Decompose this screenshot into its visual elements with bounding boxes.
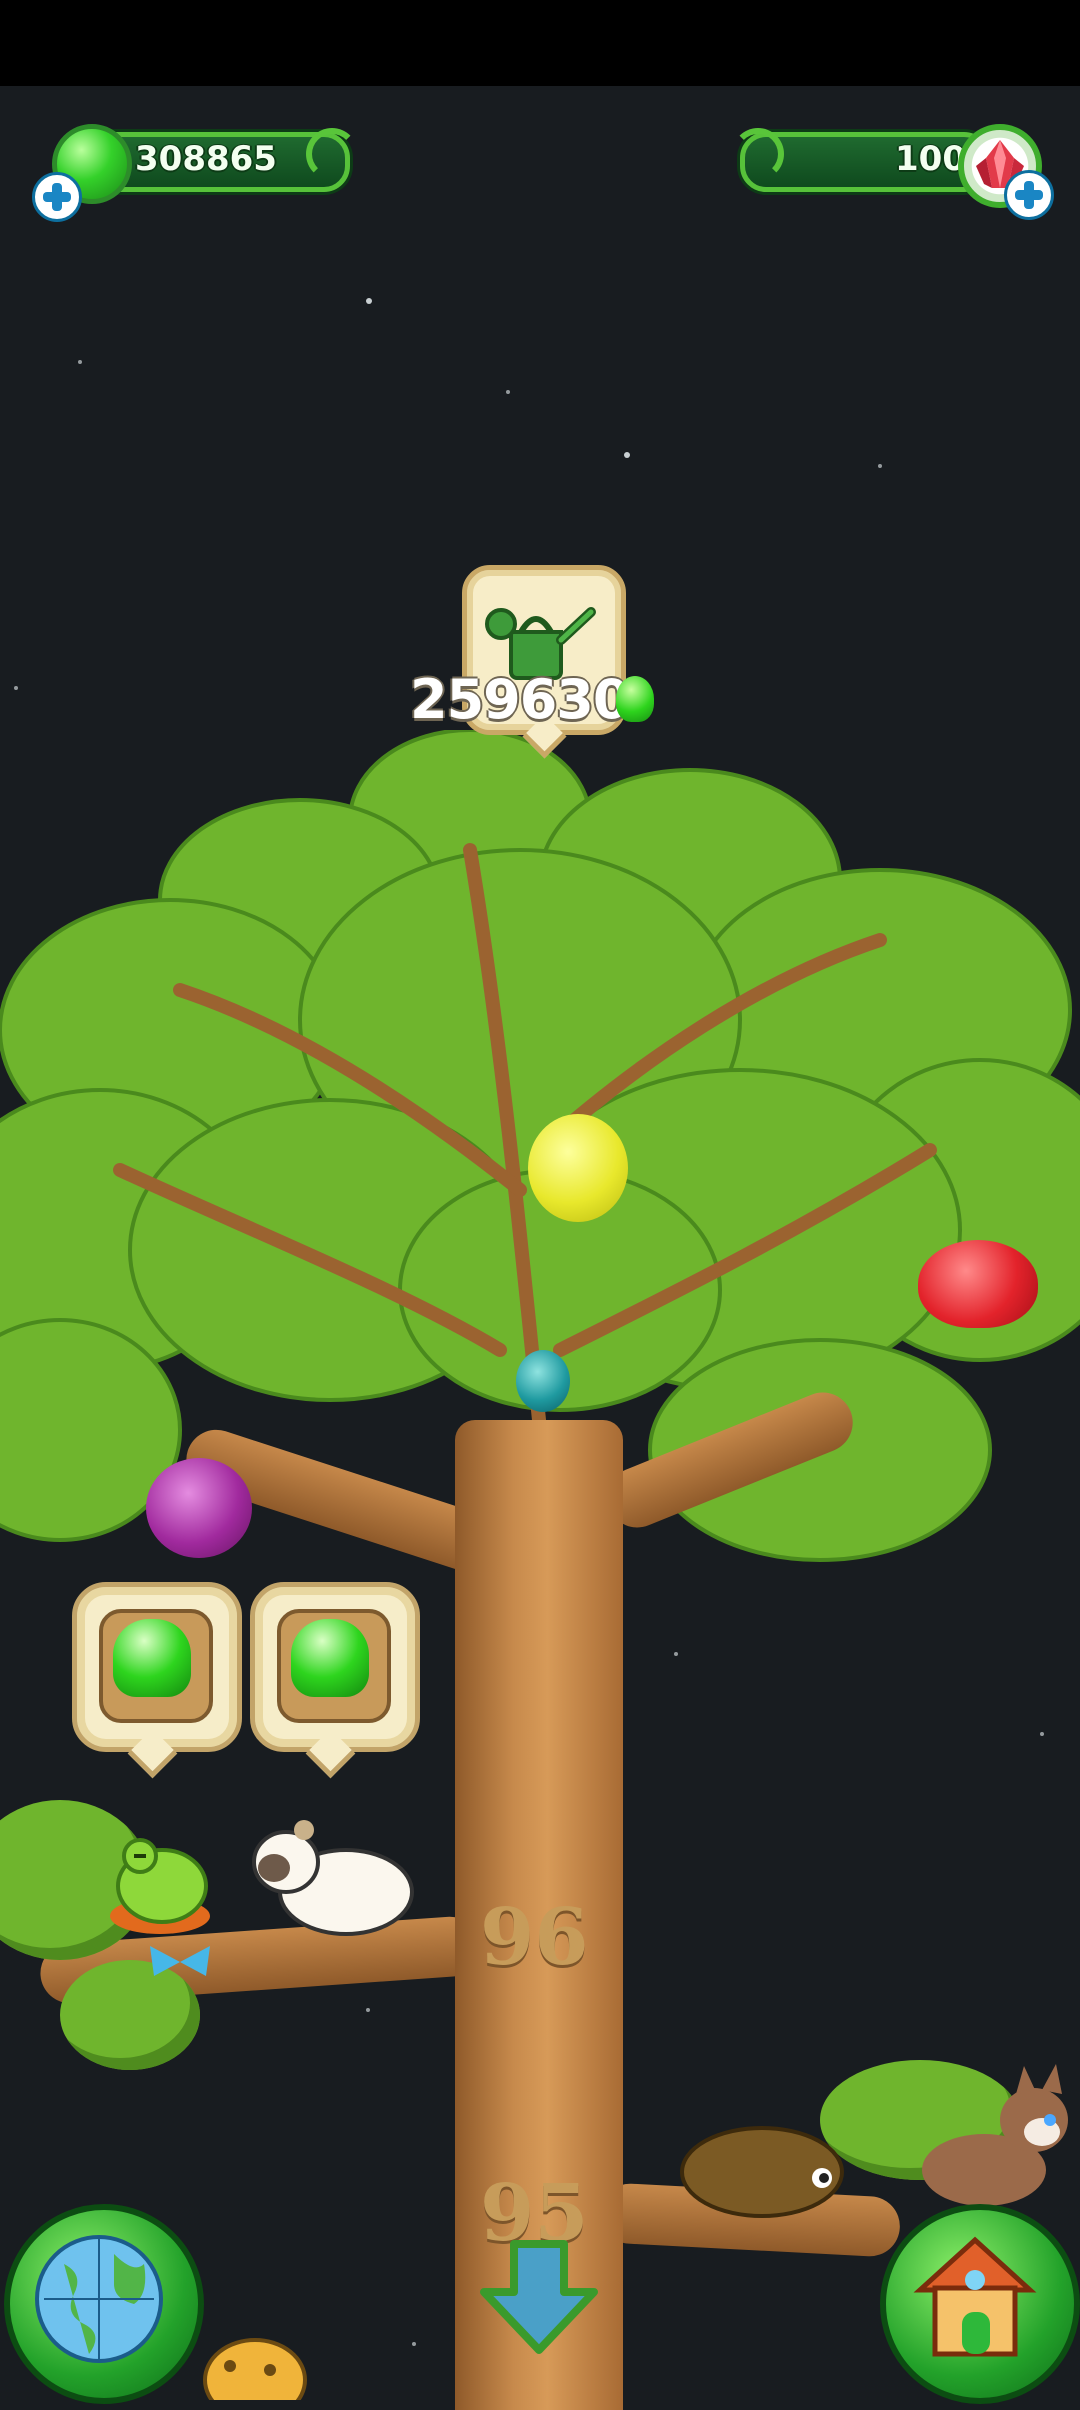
sheep-animal[interactable] xyxy=(246,1812,416,1942)
echidna-animal[interactable] xyxy=(672,2092,852,2222)
down-arrow-icon xyxy=(480,2240,598,2354)
home-button[interactable] xyxy=(880,2204,1080,2404)
green-gem-icon xyxy=(291,1619,369,1697)
globe-icon xyxy=(35,2235,163,2363)
level-number: 96 xyxy=(480,1892,589,1983)
add-rubies-button[interactable] xyxy=(1004,170,1054,220)
green-gem-icon xyxy=(113,1619,191,1697)
butterfly-icon xyxy=(150,1946,210,1976)
green-gem-icon xyxy=(616,676,654,722)
ruby-count: 100 xyxy=(895,139,966,179)
house-icon xyxy=(913,2236,1037,2357)
status-bar xyxy=(0,0,1080,86)
plus-icon xyxy=(43,183,71,211)
frog-animal[interactable] xyxy=(100,1816,230,1946)
collect-gem-bubble[interactable] xyxy=(72,1582,242,1752)
collect-gem-bubble[interactable] xyxy=(250,1582,420,1752)
teal-shell-fruit[interactable] xyxy=(516,1350,570,1412)
watering-cost: 259630 xyxy=(410,668,630,731)
vine-decoration xyxy=(732,128,784,180)
vine-decoration xyxy=(306,128,358,180)
purple-fruit[interactable] xyxy=(146,1458,252,1558)
leopard-animal[interactable] xyxy=(200,2330,310,2400)
husky-dog-animal[interactable] xyxy=(904,2060,1080,2220)
scroll-down-button[interactable] xyxy=(476,2236,602,2356)
red-heart-fruit[interactable] xyxy=(918,1240,1038,1328)
gem-count: 308865 xyxy=(135,139,277,179)
add-gems-button[interactable] xyxy=(32,172,82,222)
world-map-button[interactable] xyxy=(4,2204,204,2404)
yellow-fruit[interactable] xyxy=(528,1114,628,1222)
plus-icon xyxy=(1015,181,1043,209)
